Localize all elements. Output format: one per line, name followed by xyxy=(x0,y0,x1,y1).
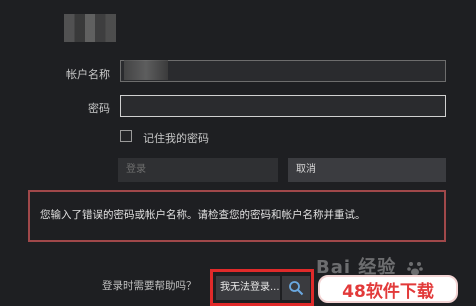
account-label: 帐户名称 xyxy=(66,68,110,81)
cancel-button[interactable]: 取消 xyxy=(288,158,446,182)
password-input[interactable] xyxy=(120,95,446,117)
blurred-avatar xyxy=(64,14,116,42)
error-message: 您输入了错误的密码或帐户名称。请检查您的密码和帐户名称并重试。 xyxy=(40,209,366,221)
remember-checkbox[interactable] xyxy=(120,130,132,142)
blurred-username xyxy=(124,60,168,80)
remember-label: 记住我的密码 xyxy=(143,132,209,145)
help-label: 登录时需要帮助吗？ xyxy=(102,280,197,292)
account-input[interactable] xyxy=(120,60,446,82)
password-label: 密码 xyxy=(88,102,110,115)
site-badge: 48软件下载 xyxy=(318,275,458,303)
login-button[interactable]: 登录 xyxy=(118,158,278,182)
highlight-frame xyxy=(210,269,314,306)
